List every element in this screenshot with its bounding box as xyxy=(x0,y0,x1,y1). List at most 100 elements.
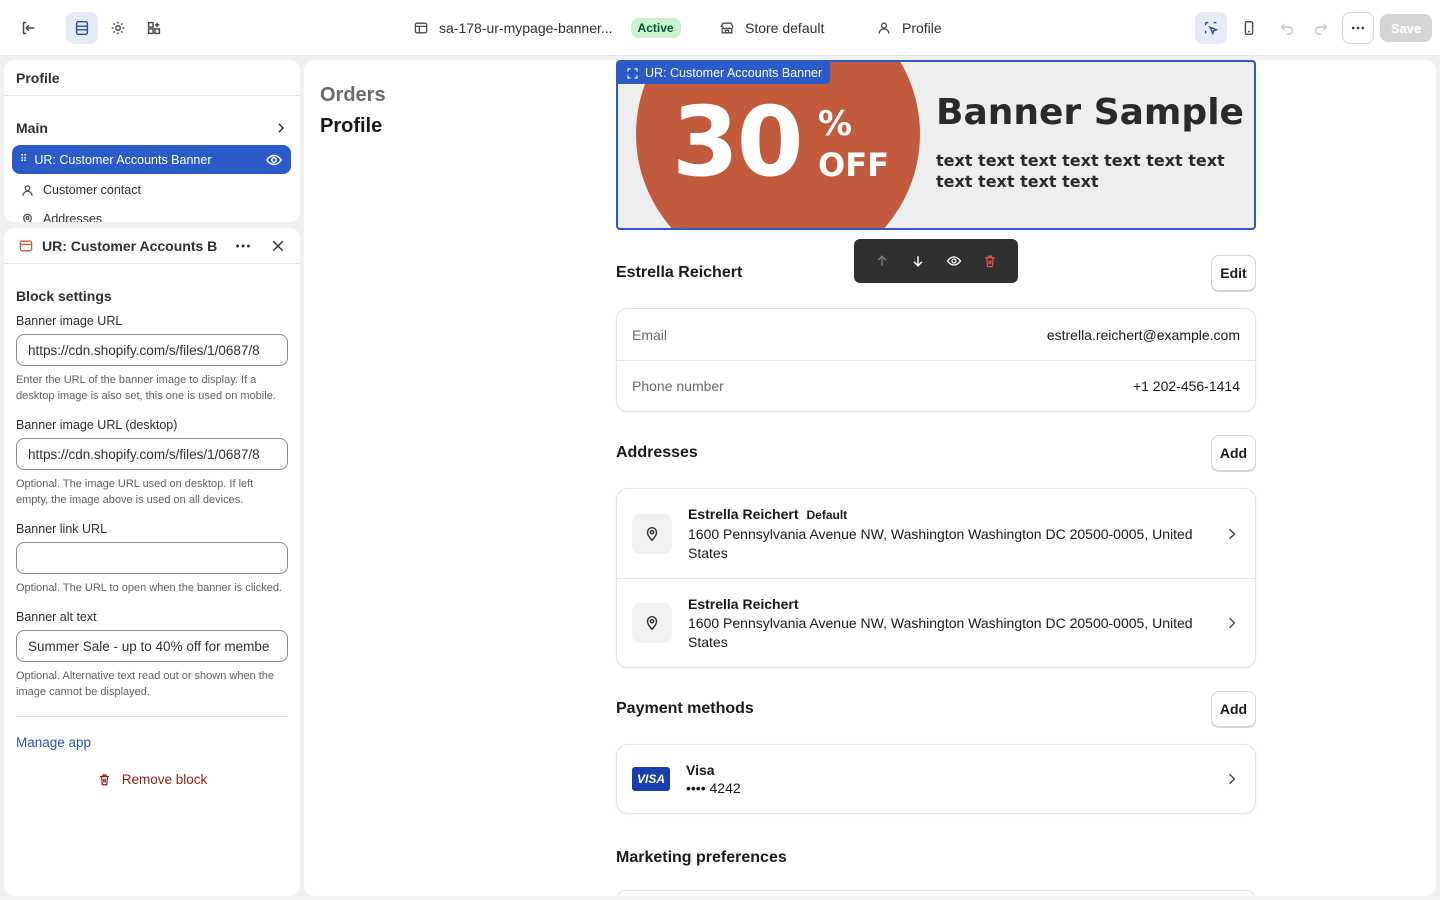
eye-icon[interactable] xyxy=(946,253,962,269)
field-help: Optional. Alternative text read out or s… xyxy=(16,670,275,698)
tree-item-addresses[interactable]: Addresses xyxy=(20,208,102,222)
inspector-icon[interactable] xyxy=(1195,12,1227,44)
mobile-preview-icon[interactable] xyxy=(1233,12,1265,44)
divider xyxy=(16,716,288,717)
banner-image-url-input[interactable]: https://cdn.shopify.com/s/files/1/0687/8 xyxy=(16,334,288,366)
drag-handle-icon[interactable]: ⠿ xyxy=(20,154,27,165)
contact-key: Email xyxy=(632,326,668,343)
manage-app-link[interactable]: Manage app xyxy=(16,735,288,750)
banner-title: Banner Sample xyxy=(936,92,1244,133)
exit-icon[interactable] xyxy=(12,12,44,44)
nav-profile[interactable]: Profile xyxy=(320,115,386,138)
contact-key: Phone number xyxy=(632,378,724,394)
theme-icon xyxy=(414,22,428,34)
block-tag-label: UR: Customer Accounts Banner xyxy=(645,66,823,80)
contact-value: estrella.reichert@example.com xyxy=(1046,326,1240,343)
save-button[interactable]: Save xyxy=(1380,14,1432,42)
banner-percent: % xyxy=(818,104,853,144)
field-help: Optional. The image URL used on desktop.… xyxy=(16,478,254,506)
payment-row[interactable]: VISA Visa •••• 4242 xyxy=(617,745,1255,813)
redo-icon[interactable] xyxy=(1305,12,1337,44)
storefront-preview: Orders Profile UR: Customer Accounts Ban… xyxy=(304,60,1436,896)
payment-text: Visa •••• 4242 xyxy=(686,761,1224,797)
payment-methods-title: Payment methods xyxy=(616,700,754,717)
field-label: Banner alt text xyxy=(16,610,97,624)
eye-icon[interactable] xyxy=(265,151,283,169)
address-line: 1600 Pennsylvania Avenue NW, Washington … xyxy=(688,525,1193,561)
nav-orders[interactable]: Orders xyxy=(320,84,386,107)
move-down-icon[interactable] xyxy=(910,253,926,269)
move-up-icon[interactable] xyxy=(874,253,890,269)
tree-item-label: Customer contact xyxy=(43,183,141,197)
undo-icon[interactable] xyxy=(1271,12,1303,44)
banner-number: 30 xyxy=(672,86,804,198)
sections-tree-panel: Profile Main ⠿ UR: Customer Accounts Ban… xyxy=(4,60,300,222)
tree-header: Profile xyxy=(4,60,300,96)
address-row[interactable]: Estrella Reichert Default 1600 Pennsylvan… xyxy=(617,489,1255,578)
address-text: Estrella Reichert 1600 Pennsylvania Aven… xyxy=(688,595,1224,652)
contact-row-phone: Phone number +1 202-456-1414 xyxy=(617,360,1255,411)
address-line: 1600 Pennsylvania Avenue NW, Washington … xyxy=(688,614,1193,650)
field-label: Banner image URL (desktop) xyxy=(16,418,178,432)
trash-icon xyxy=(99,774,109,786)
tree-group-main[interactable]: Main xyxy=(16,116,288,140)
chevron-right-icon xyxy=(1229,773,1236,785)
default-badge: Default xyxy=(806,507,848,522)
addresses-title: Addresses xyxy=(616,444,698,461)
card-masked-number: •••• 4242 xyxy=(686,780,741,796)
frame-icon xyxy=(627,67,638,79)
contact-value: +1 202-456-1414 xyxy=(1132,378,1240,394)
ellipsis-icon xyxy=(1351,26,1365,30)
marketing-card xyxy=(616,890,1256,896)
pin-icon xyxy=(646,526,658,541)
theme-selector[interactable]: sa-178-ur-mypage-banner... Active xyxy=(413,0,681,56)
contact-card: Email estrella.reichert@example.com Phon… xyxy=(616,308,1256,412)
top-bar: sa-178-ur-mypage-banner... Active Store … xyxy=(0,0,1440,56)
settings-title: UR: Customer Accounts B xyxy=(42,237,218,254)
banner-alt-text-input[interactable]: Summer Sale - up to 40% off for membe xyxy=(16,630,288,662)
tree-item-selected[interactable]: ⠿ UR: Customer Accounts Banner xyxy=(12,145,291,174)
person-icon xyxy=(22,184,33,196)
block-tag: UR: Customer Accounts Banner xyxy=(618,62,831,84)
tree-group-label: Main xyxy=(16,120,48,136)
payment-card: VISA Visa •••• 4242 xyxy=(616,744,1256,814)
more-actions-button[interactable] xyxy=(1342,12,1374,44)
theme-name: sa-178-ur-mypage-banner... xyxy=(439,20,613,36)
address-text: Estrella Reichert Default 1600 Pennsylvan… xyxy=(688,505,1224,563)
close-icon[interactable] xyxy=(270,238,286,254)
store-icon xyxy=(720,22,734,34)
pin-icon xyxy=(23,213,32,222)
block-toolbar xyxy=(854,239,1018,283)
trash-icon[interactable] xyxy=(982,253,998,269)
store-selector[interactable]: Store default xyxy=(719,0,824,56)
customer-accounts-banner[interactable]: UR: Customer Accounts Banner 30 % OFF Ba… xyxy=(616,60,1256,230)
remove-block-button[interactable]: Remove block xyxy=(16,772,288,787)
banner-image-url-desktop-input[interactable]: https://cdn.shopify.com/s/files/1/0687/8 xyxy=(16,438,288,470)
section-title: Block settings xyxy=(16,288,112,304)
address-name: Estrella Reichert xyxy=(688,595,799,612)
address-row[interactable]: Estrella Reichert 1600 Pennsylvania Aven… xyxy=(617,578,1255,667)
tree-item-customer-contact[interactable]: Customer contact xyxy=(20,179,141,201)
banner-link-url-input[interactable] xyxy=(16,542,288,574)
banner-text: text text text text text text text text … xyxy=(936,151,1225,191)
settings-header: UR: Customer Accounts B xyxy=(4,228,300,264)
chevron-right-icon xyxy=(1229,617,1236,629)
pin-icon-box xyxy=(632,513,672,554)
page-selector[interactable]: Profile xyxy=(876,0,942,56)
status-badge: Active xyxy=(630,18,681,38)
apps-icon[interactable] xyxy=(138,12,170,44)
add-address-button[interactable]: Add xyxy=(1211,435,1256,471)
remove-block-label: Remove block xyxy=(121,772,208,787)
field-help: Enter the URL of the banner image to dis… xyxy=(16,374,276,402)
gear-icon[interactable] xyxy=(102,12,134,44)
add-payment-button[interactable]: Add xyxy=(1211,691,1256,727)
field-label: Banner link URL xyxy=(16,522,108,536)
edit-button[interactable]: Edit xyxy=(1211,255,1256,291)
ellipsis-icon[interactable] xyxy=(234,237,252,255)
pin-icon xyxy=(646,615,658,631)
page-label: Profile xyxy=(902,20,942,36)
chevron-right-icon xyxy=(1229,528,1236,539)
sections-icon[interactable] xyxy=(66,12,98,44)
address-name: Estrella Reichert xyxy=(688,505,799,522)
field-label: Banner image URL xyxy=(16,314,123,328)
